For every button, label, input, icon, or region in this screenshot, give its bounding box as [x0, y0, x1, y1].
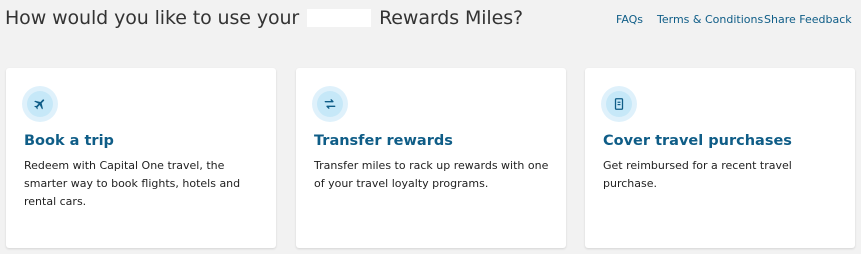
card-book-a-trip[interactable]: Book a trip Redeem with Capital One trav… [6, 68, 276, 248]
card-description: Redeem with Capital One travel, the smar… [24, 159, 241, 208]
card-description: Transfer miles to rack up rewards with o… [314, 159, 549, 190]
title-prefix: How would you like to use your [5, 7, 300, 29]
page-title: How would you like to use your Rewards M… [5, 7, 523, 29]
receipt-icon [601, 86, 637, 122]
card-title: Cover travel purchases [603, 133, 792, 149]
airplane-icon [22, 86, 58, 122]
faqs-link[interactable]: FAQs [616, 13, 643, 26]
card-title: Transfer rewards [314, 133, 453, 149]
redacted-name [307, 9, 372, 27]
share-feedback-link[interactable]: Share Feedback [764, 13, 852, 26]
transfer-arrows-icon [312, 86, 348, 122]
card-transfer-rewards[interactable]: Transfer rewards Transfer miles to rack … [296, 68, 566, 248]
card-description: Get reimbursed for a recent travel purch… [603, 159, 792, 190]
card-cover-travel-purchases[interactable]: Cover travel purchases Get reimbursed fo… [585, 68, 855, 248]
terms-conditions-link[interactable]: Terms & Conditions [657, 13, 763, 26]
card-title: Book a trip [24, 133, 114, 149]
title-suffix: Rewards Miles? [379, 7, 523, 29]
